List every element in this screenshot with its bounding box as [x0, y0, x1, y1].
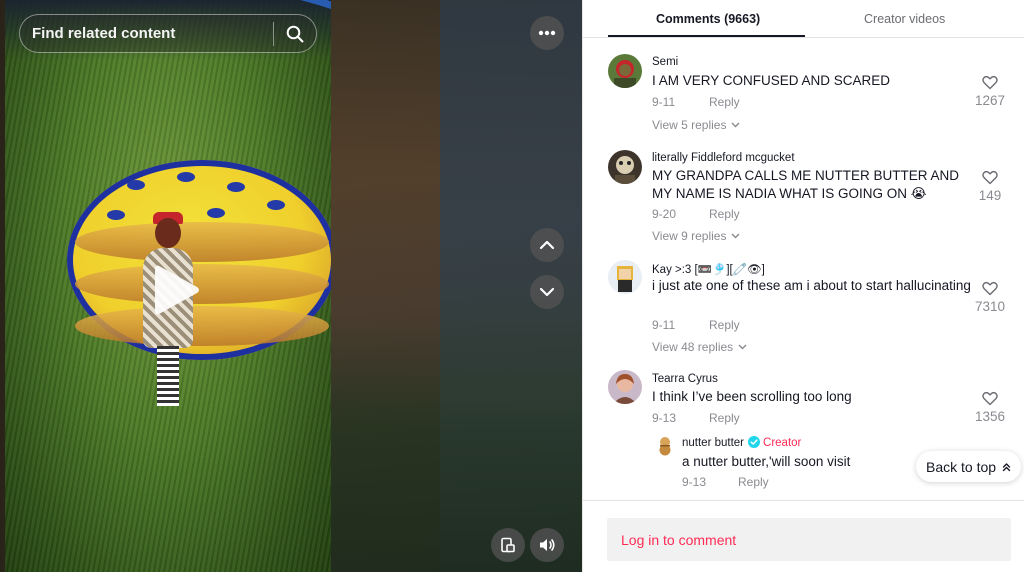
chevron-down-icon	[539, 287, 555, 297]
like-count: 149	[978, 188, 1002, 203]
comments-panel: Comments (9663) Creator videos Semi I AM…	[582, 0, 1024, 572]
comment-date: 9-11	[652, 318, 676, 332]
avatar[interactable]	[608, 370, 642, 404]
comment-username[interactable]: literally Fiddleford mcgucket	[652, 152, 795, 164]
avatar[interactable]	[656, 436, 674, 456]
search-bar[interactable]: Find related content	[19, 14, 317, 53]
avatar[interactable]	[608, 150, 642, 184]
back-to-top-label[interactable]: Back to top	[926, 459, 996, 475]
chevron-down-icon	[738, 344, 747, 350]
back-to-top-button[interactable]: Back to top	[916, 451, 1022, 482]
comment-text: i just ate one of these am i about to st…	[652, 278, 971, 293]
comment-text: I think I’ve been scrolling too long	[652, 389, 852, 404]
comment-date: 9-13	[652, 411, 677, 425]
comment-username[interactable]: Semi	[652, 56, 678, 68]
creator-label: Creator	[763, 437, 802, 449]
tab-creator-videos[interactable]: Creator videos	[864, 12, 945, 26]
cookie-spot	[267, 200, 285, 210]
heart-icon[interactable]	[979, 391, 1001, 406]
figure-legs	[157, 346, 179, 406]
comment-text: MY GRANDPA CALLS ME NUTTER BUTTER AND MY…	[652, 168, 960, 201]
comment-footer: Log in to comment	[583, 500, 1024, 572]
cookie-spot	[207, 208, 225, 218]
search-icon[interactable]	[274, 25, 316, 43]
more-icon	[538, 30, 556, 36]
reply-button[interactable]: Reply	[709, 318, 740, 332]
view-replies-button[interactable]: View 5 replies	[652, 118, 740, 132]
next-video-button[interactable]	[530, 275, 564, 309]
play-icon[interactable]	[151, 262, 201, 318]
active-tab-indicator	[608, 35, 805, 37]
heart-icon[interactable]	[979, 170, 1001, 185]
avatar[interactable]	[608, 54, 642, 88]
cookie-spot	[127, 180, 145, 190]
view-replies-button[interactable]: View 9 replies	[652, 229, 740, 243]
like-count: 1356	[974, 409, 1006, 424]
heart-icon[interactable]	[979, 75, 1001, 90]
avatar[interactable]	[608, 260, 642, 294]
view-replies-label[interactable]: View 48 replies	[652, 340, 733, 354]
cookie-spot	[177, 172, 195, 182]
reply-button[interactable]: Reply	[709, 95, 740, 109]
view-replies-label[interactable]: View 5 replies	[652, 118, 726, 132]
verified-icon	[748, 436, 761, 448]
volume-icon	[540, 539, 555, 551]
login-label[interactable]: Log in to comment	[621, 532, 736, 548]
tab-comments[interactable]: Comments (9663)	[656, 12, 760, 26]
comment-list[interactable]: Semi I AM VERY CONFUSED AND SCARED 9-11 …	[583, 38, 1024, 500]
double-chevron-up-icon	[1002, 462, 1011, 471]
chevron-down-icon	[731, 122, 740, 128]
comment-date: 9-11	[652, 95, 676, 109]
cookie-spot	[107, 210, 125, 220]
view-replies-button[interactable]: View 48 replies	[652, 340, 747, 354]
chevron-up-icon	[539, 240, 555, 250]
comment-text: I AM VERY CONFUSED AND SCARED	[652, 73, 891, 88]
view-replies-label[interactable]: View 9 replies	[652, 229, 726, 243]
creator-username[interactable]: nutter butter	[682, 437, 744, 449]
comment-username[interactable]: Tearra Cyrus	[652, 373, 718, 385]
like-count: 1267	[974, 93, 1006, 108]
video-player[interactable]	[5, 0, 331, 572]
comment-text: a nutter butter,'will soon visit	[682, 454, 851, 469]
reply-button[interactable]: Reply	[738, 475, 769, 489]
comment-date: 9-20	[652, 207, 677, 221]
figure-head	[155, 218, 181, 248]
like-count: 7310	[974, 299, 1006, 314]
heart-icon[interactable]	[979, 281, 1001, 296]
picture-in-picture-button[interactable]	[491, 528, 525, 562]
video-area[interactable]: Find related content	[0, 0, 582, 572]
comment-username[interactable]: nutter butter Creator	[682, 436, 801, 449]
login-to-comment-button[interactable]: Log in to comment	[607, 518, 1011, 561]
previous-video-button[interactable]	[530, 228, 564, 262]
volume-button[interactable]	[530, 528, 564, 562]
reply-button[interactable]: Reply	[709, 207, 740, 221]
reply-button[interactable]: Reply	[709, 411, 740, 425]
chevron-down-icon	[731, 233, 740, 239]
search-input[interactable]: Find related content	[32, 25, 273, 42]
panel-tabs: Comments (9663) Creator videos	[583, 0, 1024, 38]
more-options-button[interactable]	[530, 16, 564, 50]
pip-icon	[501, 537, 515, 553]
cookie-spot	[227, 182, 245, 192]
comment-date: 9-13	[682, 475, 707, 489]
comment-username[interactable]: Kay >:3 [📼🎐][🧷👁]	[652, 262, 765, 276]
